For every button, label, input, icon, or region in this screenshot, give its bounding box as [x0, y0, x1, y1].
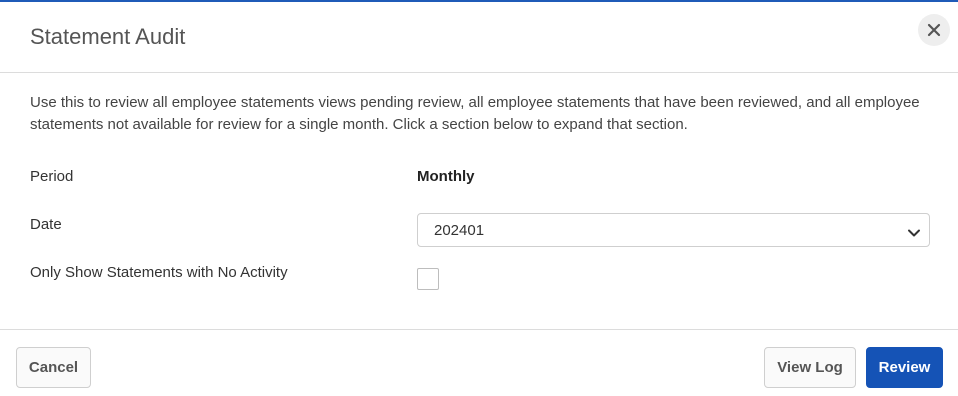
dialog-header: Statement Audit — [0, 4, 958, 73]
period-value: Monthly — [417, 168, 475, 185]
dialog-title: Statement Audit — [30, 24, 186, 49]
review-button[interactable]: Review — [866, 347, 943, 388]
no-activity-label: Only Show Statements with No Activity — [30, 264, 288, 281]
period-label: Period — [30, 168, 74, 185]
view-log-button[interactable]: View Log — [764, 347, 856, 388]
date-select[interactable]: 202401 — [417, 213, 930, 247]
statement-audit-dialog: Statement Audit Use this to review all e… — [0, 0, 958, 396]
close-icon — [927, 23, 941, 37]
cancel-button[interactable]: Cancel — [16, 347, 91, 388]
date-label: Date — [30, 216, 62, 233]
date-select-value: 202401 — [434, 222, 485, 239]
dialog-footer: Cancel View Log Review — [0, 329, 958, 396]
close-button[interactable] — [918, 14, 950, 46]
chevron-down-icon — [907, 225, 921, 243]
no-activity-checkbox[interactable] — [417, 268, 439, 290]
dialog-description: Use this to review all employee statemen… — [30, 94, 920, 133]
